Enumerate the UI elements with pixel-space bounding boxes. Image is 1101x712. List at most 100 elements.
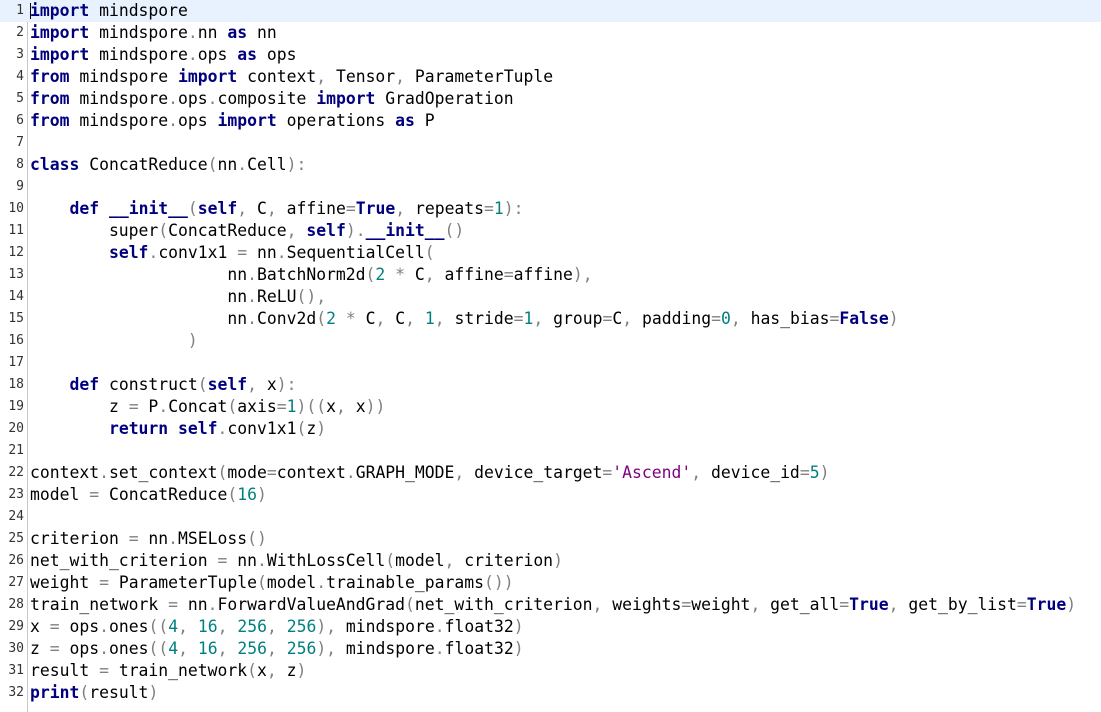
code-line[interactable]: 1 import mindspore (0, 0, 1101, 22)
code-line[interactable]: 18 def construct(self, x): (0, 374, 1101, 396)
code-text[interactable]: import mindspore.nn as nn (30, 22, 277, 44)
code-text[interactable]: def construct(self, x): (30, 374, 296, 396)
code-token: ) (296, 661, 307, 680)
code-token: net_with_criterion (414, 595, 593, 614)
code-token: GRAPH_MODE (355, 463, 455, 482)
code-token: , (247, 375, 258, 394)
code-token: set_context (108, 463, 218, 482)
code-text[interactable]: z = ops.ones((4, 16, 256, 256), mindspor… (30, 638, 524, 660)
code-line[interactable]: 7 (0, 132, 1101, 154)
code-line[interactable]: 30 z = ops.ones((4, 16, 256, 256), mindsp… (0, 638, 1101, 660)
code-line[interactable]: 13 nn.BatchNorm2d(2 * C, affine=affine), (0, 264, 1101, 286)
code-token: , (454, 463, 465, 482)
line-number: 16 (8, 333, 24, 348)
code-line[interactable]: 4 from mindspore import context, Tensor, … (0, 66, 1101, 88)
code-token: , (237, 199, 248, 218)
code-text[interactable]: z = P.Concat(axis=1)((x, x)) (30, 396, 385, 418)
code-text[interactable]: train_network = nn.ForwardValueAndGrad(n… (30, 594, 1076, 616)
code-token: . (99, 639, 109, 658)
code-token: , (178, 639, 188, 658)
code-token: = (217, 551, 228, 570)
code-token: mindspore (69, 111, 169, 130)
code-token: C (405, 265, 425, 284)
code-token: nn (30, 287, 248, 306)
code-line[interactable]: 23 model = ConcatReduce(16) (0, 484, 1101, 506)
code-line[interactable]: 6 from mindspore.ops import operations as… (0, 110, 1101, 132)
line-number: 13 (8, 267, 24, 282)
line-number: 22 (8, 465, 24, 480)
code-line[interactable]: 29 x = ops.ones((4, 16, 256, 256), mindsp… (0, 616, 1101, 638)
code-token: ParameterTuple (405, 67, 554, 86)
code-line[interactable]: 20 return self.conv1x1(z) (0, 418, 1101, 440)
line-number: 4 (16, 69, 24, 84)
code-token: , (730, 309, 741, 328)
code-token: , (286, 221, 297, 240)
code-line[interactable]: 31 result = train_network(x, z) (0, 660, 1101, 682)
code-text[interactable]: self.conv1x1 = nn.SequentialCell( (30, 242, 435, 264)
code-token: affine (513, 265, 573, 284)
code-token: = (266, 463, 277, 482)
code-text[interactable]: nn.Conv2d(2 * C, C, 1, stride=1, group=C… (30, 308, 898, 330)
code-line[interactable]: 21 (0, 440, 1101, 462)
code-line[interactable]: 16 ) (0, 330, 1101, 352)
code-token: = (711, 309, 721, 328)
code-line[interactable]: 27 weight = ParameterTuple(model.trainabl… (0, 572, 1101, 594)
code-token: P (414, 111, 435, 130)
code-text[interactable]: from mindspore.ops.composite import Grad… (30, 88, 514, 110)
code-line[interactable]: 5 from mindspore.ops.composite import Gra… (0, 88, 1101, 110)
code-text[interactable]: nn.ReLU(), (30, 286, 326, 308)
code-line[interactable]: 28 train_network = nn.ForwardValueAndGrad… (0, 594, 1101, 616)
code-line[interactable]: 17 (0, 352, 1101, 374)
code-token: train_network (108, 661, 248, 680)
code-line[interactable]: 10 def __init__(self, C, affine=True, re… (0, 198, 1101, 220)
code-text[interactable]: super(ConcatReduce, self).__init__() (30, 220, 464, 242)
code-text[interactable]: def __init__(self, C, affine=True, repea… (30, 198, 523, 220)
code-token: x (345, 397, 366, 416)
code-line[interactable]: 22 context.set_context(mode=context.GRAPH… (0, 462, 1101, 484)
code-token: 16 (197, 639, 218, 658)
code-text[interactable]: model = ConcatReduce(16) (30, 484, 267, 506)
code-text[interactable]: criterion = nn.MSELoss() (30, 528, 267, 550)
code-line[interactable]: 25 criterion = nn.MSELoss() (0, 528, 1101, 550)
code-text[interactable]: from mindspore import context, Tensor, P… (30, 66, 553, 88)
code-text[interactable]: from mindspore.ops import operations as … (30, 110, 435, 132)
code-text[interactable]: weight = ParameterTuple(model.trainable_… (30, 572, 514, 594)
code-line[interactable]: 24 (0, 506, 1101, 528)
code-text[interactable]: import mindspore (30, 0, 188, 22)
code-line[interactable]: 12 self.conv1x1 = nn.SequentialCell( (0, 242, 1101, 264)
code-editor[interactable]: 1 import mindspore 2 import mindspore.nn as… (0, 0, 1101, 712)
code-text[interactable]: class ConcatReduce(nn.Cell): (30, 154, 306, 176)
code-text[interactable]: context.set_context(mode=context.GRAPH_M… (30, 462, 829, 484)
code-text[interactable]: net_with_criterion = nn.WithLossCell(mod… (30, 550, 563, 572)
code-line[interactable]: 3 import mindspore.ops as ops (0, 44, 1101, 66)
code-line[interactable]: 9 (0, 176, 1101, 198)
code-text[interactable]: print(result) (30, 682, 158, 704)
code-token: True (355, 199, 396, 218)
code-token: nn (178, 595, 208, 614)
code-line[interactable]: 11 super(ConcatReduce, self).__init__() (0, 220, 1101, 242)
code-line[interactable]: 2 import mindspore.nn as nn (0, 22, 1101, 44)
code-text[interactable]: x = ops.ones((4, 16, 256, 256), mindspor… (30, 616, 524, 638)
code-text[interactable]: result = train_network(x, z) (30, 660, 306, 682)
code-token: ) (148, 683, 159, 702)
code-token: weight (30, 573, 100, 592)
code-token: Conv2d (256, 309, 317, 328)
code-text[interactable]: return self.conv1x1(z) (30, 418, 326, 440)
code-token: 256 (286, 617, 317, 636)
code-token: from (30, 67, 70, 86)
code-line[interactable]: 32 print(result) (0, 682, 1101, 704)
code-line[interactable]: 8 class ConcatReduce(nn.Cell): (0, 154, 1101, 176)
code-text[interactable]: import mindspore.ops as ops (30, 44, 297, 66)
code-line[interactable]: 19 z = P.Concat(axis=1)((x, x)) (0, 396, 1101, 418)
code-text[interactable]: ) (30, 330, 198, 352)
code-text[interactable]: nn.BatchNorm2d(2 * C, affine=affine), (30, 264, 592, 286)
code-token: , (336, 397, 346, 416)
code-token: 2 (375, 265, 386, 284)
code-token: = (99, 573, 109, 592)
code-line[interactable]: 26 net_with_criterion = nn.WithLossCell(m… (0, 550, 1101, 572)
code-token: padding (632, 309, 712, 328)
code-line[interactable]: 14 nn.ReLU(), (0, 286, 1101, 308)
code-line[interactable]: 15 nn.Conv2d(2 * C, C, 1, stride=1, grou… (0, 308, 1101, 330)
